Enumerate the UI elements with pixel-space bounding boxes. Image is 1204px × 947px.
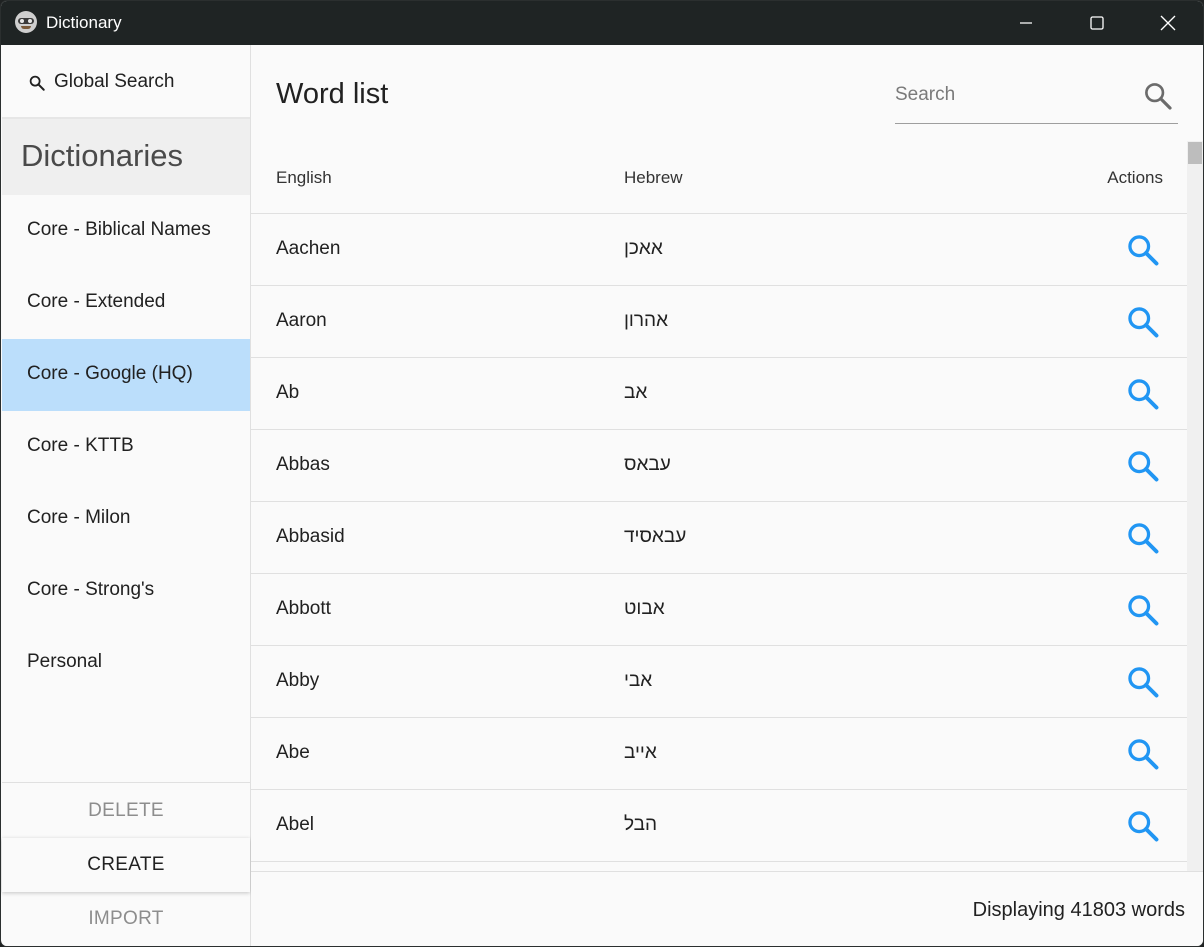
title-bar[interactable]: Dictionary xyxy=(1,1,1203,45)
table-row[interactable]: Abel הבל xyxy=(251,790,1187,862)
app-logo-icon xyxy=(15,11,37,33)
table-scrollbar[interactable] xyxy=(1187,141,1203,871)
search-icon[interactable] xyxy=(1142,80,1174,112)
search-icon[interactable] xyxy=(1125,304,1161,340)
sidebar-item-label: Core - Extended xyxy=(27,291,166,312)
delete-button[interactable]: DELETE xyxy=(2,784,250,838)
search-icon[interactable] xyxy=(1125,592,1161,628)
table-row[interactable]: Abbott אבוט xyxy=(251,574,1187,646)
global-search-label: Global Search xyxy=(54,71,175,92)
maximize-button[interactable] xyxy=(1062,1,1132,45)
english-word: Abbas xyxy=(276,454,330,475)
hebrew-word: אאכן xyxy=(624,238,663,259)
search-icon[interactable] xyxy=(1125,736,1161,772)
sidebar-item-label: Core - Biblical Names xyxy=(27,219,211,240)
page-title: Word list xyxy=(276,78,389,110)
search-box xyxy=(895,75,1178,124)
hebrew-word: עבאסיד xyxy=(624,526,687,547)
sidebar-item-label: Core - Strong's xyxy=(27,579,155,600)
import-button[interactable]: IMPORT xyxy=(2,892,250,946)
table-row[interactable]: Ab אב xyxy=(251,358,1187,430)
main-panel: Word list English Hebrew Actions Aachen … xyxy=(251,45,1203,946)
global-search-button[interactable]: Global Search xyxy=(2,45,250,119)
table-row[interactable]: Abby אבי xyxy=(251,646,1187,718)
hebrew-word: אהרון xyxy=(624,310,668,331)
app-window: Dictionary Global Search Dictionaries Co… xyxy=(0,0,1204,947)
sidebar-item-core-milon[interactable]: Core - Milon xyxy=(2,483,250,555)
search-icon[interactable] xyxy=(1125,520,1161,556)
close-icon xyxy=(1160,15,1176,31)
table-row[interactable]: Abbas עבאס xyxy=(251,430,1187,502)
search-icon[interactable] xyxy=(1125,808,1161,844)
english-word: Abbasid xyxy=(276,526,345,547)
table-header: English Hebrew Actions xyxy=(251,165,1187,214)
sidebar-item-label: Core - Google (HQ) xyxy=(27,363,193,384)
sidebar-item-personal[interactable]: Personal xyxy=(2,627,250,699)
minimize-button[interactable] xyxy=(991,1,1061,45)
sidebar-item-label: Core - KTTB xyxy=(27,435,134,456)
minimize-icon xyxy=(1020,22,1032,24)
search-icon[interactable] xyxy=(1125,664,1161,700)
window-title: Dictionary xyxy=(46,13,122,32)
table-row[interactable]: Abe אייב xyxy=(251,718,1187,790)
table-row[interactable]: Abbasid עבאסיד xyxy=(251,502,1187,574)
search-icon[interactable] xyxy=(1125,448,1161,484)
sidebar: Global Search Dictionaries Core - Biblic… xyxy=(2,45,251,946)
english-word: Abby xyxy=(276,670,320,691)
column-header-actions: Actions xyxy=(1107,168,1163,187)
sidebar-item-label: Core - Milon xyxy=(27,507,131,528)
table-row[interactable]: Aachen אאכן xyxy=(251,214,1187,286)
sidebar-item-core-extended[interactable]: Core - Extended xyxy=(2,267,250,339)
word-count: Displaying 41803 words xyxy=(972,899,1185,921)
english-word: Ab xyxy=(276,382,300,403)
hebrew-word: אייב xyxy=(624,742,657,763)
english-word: Abbott xyxy=(276,598,331,619)
hebrew-word: אבי xyxy=(624,670,653,691)
dictionaries-header: Dictionaries xyxy=(2,119,250,195)
search-input[interactable] xyxy=(895,79,1135,111)
word-table: English Hebrew Actions Aachen אאכן Aaron… xyxy=(251,165,1187,871)
sidebar-item-core-kttb[interactable]: Core - KTTB xyxy=(2,411,250,483)
scrollbar-thumb[interactable] xyxy=(1188,142,1202,164)
maximize-icon xyxy=(1090,16,1104,30)
sidebar-divider xyxy=(2,782,250,783)
hebrew-word: הבל xyxy=(624,814,658,835)
search-icon[interactable] xyxy=(1125,232,1161,268)
search-icon xyxy=(29,75,45,91)
close-button[interactable] xyxy=(1133,1,1203,45)
sidebar-item-core-google-hq[interactable]: Core - Google (HQ) xyxy=(2,339,250,411)
column-header-hebrew[interactable]: Hebrew xyxy=(624,168,683,188)
status-footer: Displaying 41803 words xyxy=(251,871,1203,946)
hebrew-word: עבאס xyxy=(624,454,671,475)
english-word: Aachen xyxy=(276,238,341,259)
search-icon[interactable] xyxy=(1125,376,1161,412)
hebrew-word: אבוט xyxy=(624,598,665,619)
sidebar-item-core-biblical-names[interactable]: Core - Biblical Names xyxy=(2,195,250,267)
sidebar-item-core-strongs[interactable]: Core - Strong's xyxy=(2,555,250,627)
english-word: Abel xyxy=(276,814,315,835)
table-row[interactable]: Aaron אהרון xyxy=(251,286,1187,358)
english-word: Aaron xyxy=(276,310,327,331)
sidebar-item-label: Personal xyxy=(27,651,102,672)
dictionaries-header-text: Dictionaries xyxy=(21,138,183,173)
hebrew-word: אב xyxy=(624,382,648,403)
create-button[interactable]: CREATE xyxy=(2,838,250,892)
english-word: Abe xyxy=(276,742,310,763)
column-header-english[interactable]: English xyxy=(276,168,332,188)
